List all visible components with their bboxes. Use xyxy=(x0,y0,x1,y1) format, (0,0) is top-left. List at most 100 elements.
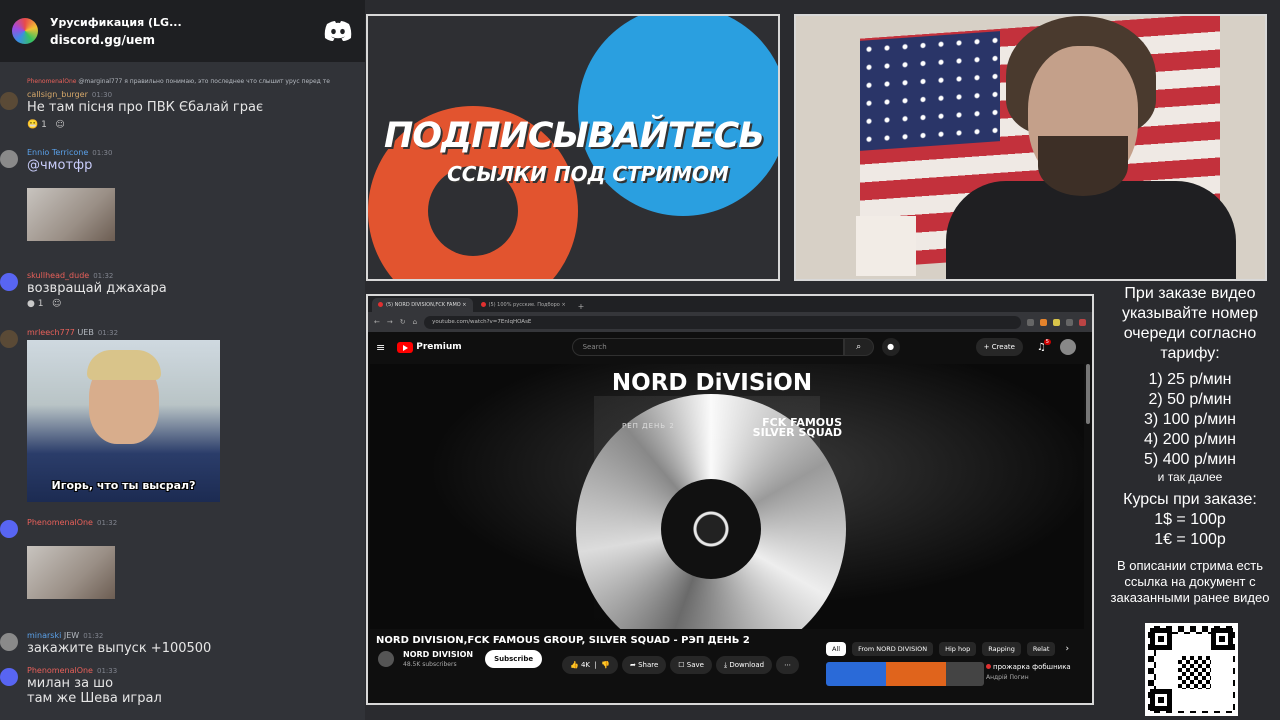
like-button[interactable]: 👍 4K | 👎 xyxy=(562,656,618,674)
message-text: закажите выпуск +100500 xyxy=(27,641,212,656)
extension-icon[interactable] xyxy=(1053,318,1060,326)
mic-icon[interactable]: ● xyxy=(881,338,900,356)
avatar[interactable] xyxy=(0,150,18,168)
courses-title: Курсы при заказе: xyxy=(1123,491,1257,508)
recommended-thumbnail[interactable] xyxy=(826,662,984,686)
chip-all[interactable]: All xyxy=(826,642,847,656)
subscriber-count: 48.5K subscribers xyxy=(403,661,457,668)
tariff-2: 2) 50 р/мин xyxy=(1148,391,1232,408)
promo-subline: ССЫЛКИ ПОД СТРИМОМ xyxy=(447,162,729,186)
share-button[interactable]: ➦ Share xyxy=(621,656,667,674)
video-player[interactable]: NORD DiVISiON РЕП ДЕНЬ 2 FCK FAMOUS SILV… xyxy=(370,364,1084,629)
forward-icon[interactable]: → xyxy=(387,318,393,326)
author-name[interactable]: PhenomenalOne 01:33 xyxy=(27,666,117,675)
tariff-1: 1) 25 р/мин xyxy=(1148,371,1232,388)
info-panel: При заказе видео указывайте номер очеред… xyxy=(1100,284,1280,606)
profile-icon[interactable] xyxy=(1079,318,1086,326)
cover-subtitle: РЕП ДЕНЬ 2 xyxy=(622,422,675,430)
avatar[interactable] xyxy=(0,668,18,686)
reload-icon[interactable]: ↻ xyxy=(400,318,406,326)
extension-icon[interactable] xyxy=(1027,318,1034,326)
server-name: Урусификация (LG... xyxy=(50,15,182,29)
author-name[interactable]: mrleech777 UEB 01:32 xyxy=(27,328,118,337)
reaction-badge[interactable]: ● 1 ☺ xyxy=(27,299,61,309)
browser-tab[interactable]: (5) 100% русские. Подборо × xyxy=(475,298,572,312)
message-text: милан за шо xyxy=(27,676,114,691)
avatar[interactable] xyxy=(0,330,18,348)
youtube-header: ≡ Premium Search ⌕ ● + Create ♫ 5 xyxy=(368,332,1092,362)
tab-strip: (5) NORD DIVISION,FCK FAMO × (5) 100% ру… xyxy=(368,296,1092,312)
browser-tab-active[interactable]: (5) NORD DIVISION,FCK FAMO × xyxy=(372,298,473,312)
stream-layout: Урусификация (LG... discord.gg/uem Pheno… xyxy=(0,0,1280,720)
promo-headline: ПОДПИСЫВАЙТЕСЬ xyxy=(384,116,765,156)
server-icon xyxy=(12,18,38,44)
message-text: возвращай джахара xyxy=(27,281,167,296)
author-name[interactable]: Ennio Terricone 01:30 xyxy=(27,148,112,157)
meme-image-attachment[interactable]: Игорь, что ты высрал? xyxy=(27,340,220,502)
save-button[interactable]: ☐ Save xyxy=(670,656,712,674)
tariff-3: 3) 100 р/мин xyxy=(1144,411,1236,428)
video-title: NORD DIVISION,FCK FAMOUS GROUP, SILVER S… xyxy=(376,635,750,646)
chip-from-channel[interactable]: From NORD DIVISION xyxy=(852,642,934,656)
author-name[interactable]: callsign_burger 01:30 xyxy=(27,90,112,99)
premium-label[interactable]: Premium xyxy=(416,342,461,352)
tariff-4: 4) 200 р/мин xyxy=(1144,431,1236,448)
create-button[interactable]: + Create xyxy=(975,338,1023,356)
cover-side-text: FCK FAMOUS SILVER SQUAD xyxy=(752,416,842,439)
chip-rapping[interactable]: Rapping xyxy=(982,642,1021,656)
extension-icon[interactable] xyxy=(1040,318,1047,326)
channel-name[interactable]: NORD DIVISION xyxy=(403,650,473,659)
browser-window: (5) NORD DIVISION,FCK FAMO × (5) 100% ру… xyxy=(366,294,1094,705)
invite-link[interactable]: discord.gg/uem xyxy=(50,33,323,47)
related-chips: All From NORD DIVISION Hip hop Rapping R… xyxy=(826,642,1069,656)
discord-logo-icon xyxy=(324,21,352,41)
youtube-logo-icon[interactable] xyxy=(397,341,414,353)
url-field[interactable]: youtube.com/watch?v=7EnIqHOAsE xyxy=(424,315,1021,329)
search-input[interactable]: Search xyxy=(571,338,844,356)
discord-chat-panel: Урусификация (LG... discord.gg/uem Pheno… xyxy=(0,0,365,720)
tariff-5: 5) 400 р/мин xyxy=(1144,451,1236,468)
chevron-right-icon[interactable]: › xyxy=(1065,644,1069,654)
cover-title: NORD DiVISiON xyxy=(611,370,813,396)
recommended-title[interactable]: прожарка фобшника xyxy=(986,663,1071,671)
image-attachment[interactable] xyxy=(27,546,115,599)
etc-text: и так далее xyxy=(1157,470,1223,484)
menu-icon[interactable]: ≡ xyxy=(376,341,385,354)
discord-server-header: Урусификация (LG... discord.gg/uem xyxy=(0,0,365,62)
scrollbar[interactable] xyxy=(1086,364,1090,424)
chip-related[interactable]: Relat xyxy=(1026,642,1056,656)
order-instructions: При заказе видео указывайте номер очеред… xyxy=(1121,285,1259,362)
home-icon[interactable]: ⌂ xyxy=(413,318,417,326)
webcam-feed xyxy=(794,14,1267,281)
download-button[interactable]: ⤓ Download xyxy=(715,656,773,674)
recommended-channel[interactable]: Андрій Погин xyxy=(986,674,1029,681)
message-text: Не там пісня про ПВК Єбалай грає xyxy=(27,100,264,115)
channel-avatar[interactable] xyxy=(378,651,394,667)
message-text: там же Шева играл xyxy=(27,691,162,706)
video-actions: 👍 4K | 👎 ➦ Share ☐ Save ⤓ Download ⋯ xyxy=(562,656,803,674)
avatar[interactable] xyxy=(0,520,18,538)
avatar[interactable] xyxy=(0,273,18,291)
more-button[interactable]: ⋯ xyxy=(776,656,800,674)
mention-text[interactable]: @чмотфр xyxy=(27,158,92,173)
chip-hip-hop[interactable]: Hip hop xyxy=(939,642,977,656)
eur-rate: 1€ = 100р xyxy=(1154,531,1226,548)
author-name[interactable]: skullhead_dude 01:32 xyxy=(27,271,113,280)
author-name[interactable]: minarski JEW 01:32 xyxy=(27,631,103,640)
reaction-badge[interactable]: 😬 1 ☺ xyxy=(27,120,65,130)
user-avatar[interactable] xyxy=(1059,339,1076,355)
qr-code[interactable] xyxy=(1145,623,1238,716)
author-name[interactable]: PhenomenalOne 01:32 xyxy=(27,518,117,527)
channel-row: NORD DIVISION 48.5K subscribers Subscrib… xyxy=(378,650,543,668)
avatar[interactable] xyxy=(0,633,18,651)
back-icon[interactable]: ← xyxy=(374,318,380,326)
image-attachment[interactable] xyxy=(27,188,115,241)
streamer xyxy=(916,16,1236,279)
avatar[interactable] xyxy=(0,92,18,110)
search-icon[interactable]: ⌕ xyxy=(843,338,874,356)
bell-icon[interactable]: ♫ 5 xyxy=(1037,338,1051,353)
extension-icon[interactable] xyxy=(1066,318,1073,326)
subscribe-button[interactable]: Subscribe xyxy=(485,650,543,668)
address-bar-row: ← → ↻ ⌂ youtube.com/watch?v=7EnIqHOAsE xyxy=(368,312,1092,332)
new-tab-button[interactable]: + xyxy=(574,302,589,312)
